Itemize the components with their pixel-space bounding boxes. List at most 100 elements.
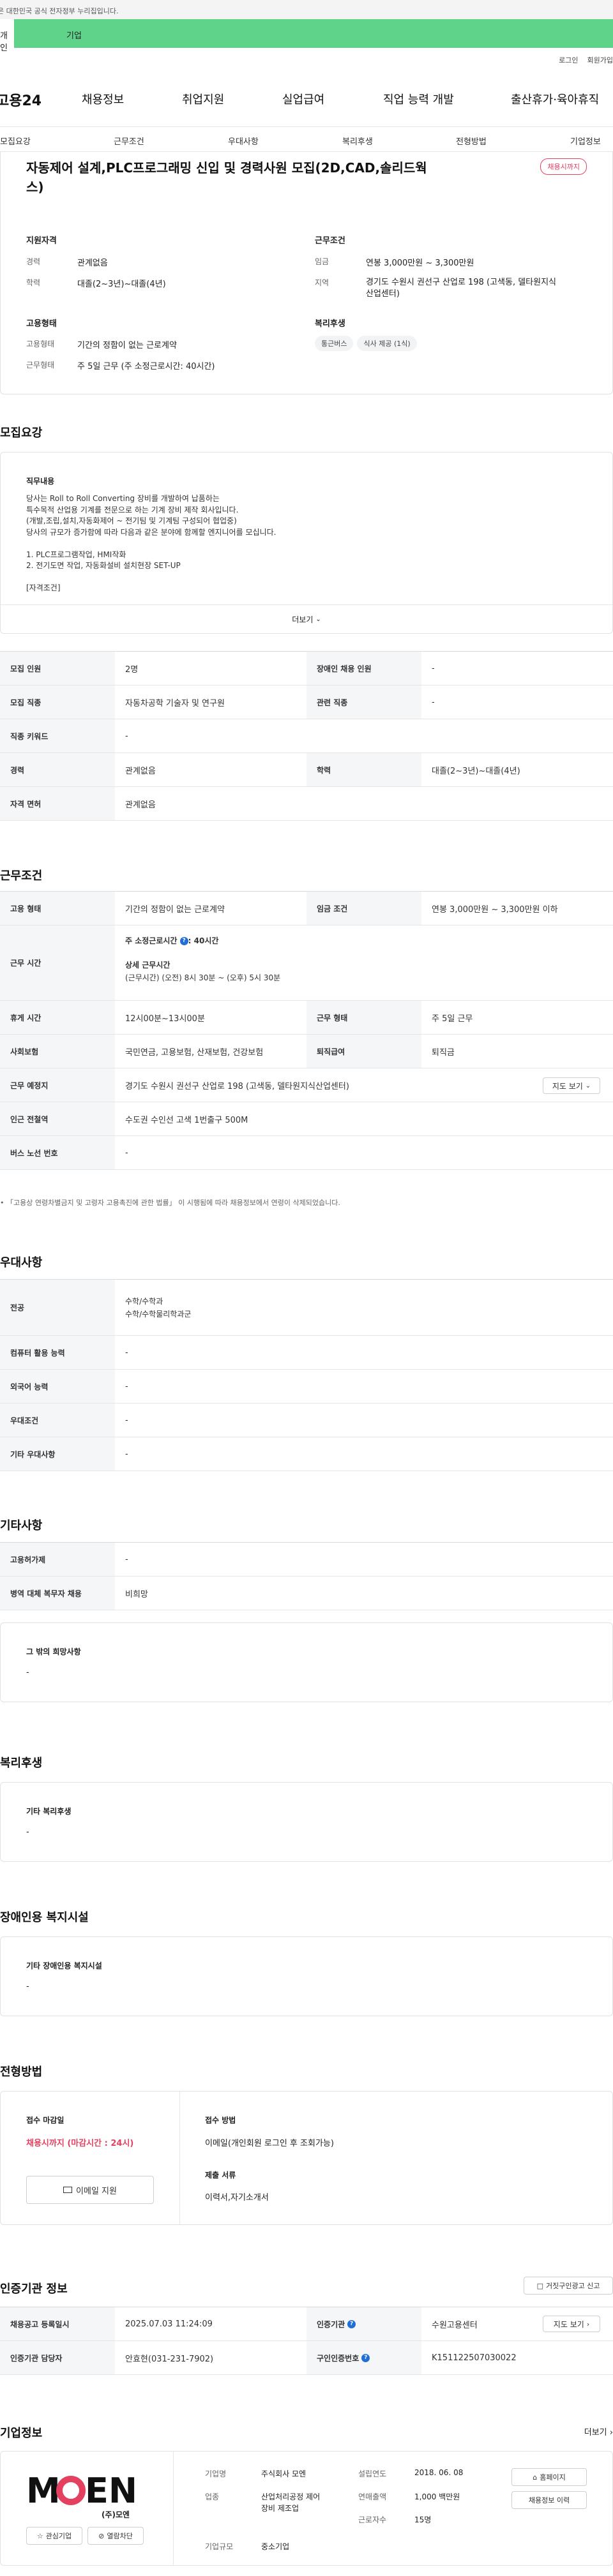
emp-type-label: 고용형태 — [26, 340, 55, 348]
table-row: 컴퓨터 활용 능력 - — [0, 1336, 613, 1370]
util-links: 로그인 회원가입 — [550, 55, 613, 65]
qual-edu-value: 대졸(2~3년)~대졸(4년) — [77, 280, 166, 289]
table-row: 고용 형태 기간의 정함이 없는 근로계약 임금 조건 연봉 3,000만원 ~ 3… — [0, 892, 613, 925]
info-icon[interactable]: ? — [179, 937, 188, 945]
info-icon[interactable]: ? — [347, 2319, 356, 2328]
table-row: 고용허가제 - — [0, 1543, 613, 1576]
jobs-history-button[interactable]: 채용정보 이력 — [511, 2491, 587, 2509]
snb-company[interactable]: 기업정보 — [570, 135, 601, 147]
company-more-link[interactable]: 더보기 › — [584, 2425, 613, 2437]
email-apply-button[interactable]: 이메일 지원 — [26, 2176, 154, 2204]
top-tabs: 개인 기업 — [0, 19, 613, 53]
snb-selection[interactable]: 전형방법 — [456, 135, 487, 147]
cert-heading: 인증기관 정보 — [0, 2282, 68, 2296]
nav-jobs[interactable]: 채용정보 — [82, 91, 124, 107]
recruit-table: 모집 인원 2명 장애인 채용 인원 - 모집 직종 자동차공학 기술자 및 연구원 … — [0, 651, 613, 821]
logo-letters: EN — [85, 2472, 137, 2510]
selection-card: 접수 마감일 채용시까지 (마감시간 : 24시) 이메일 지원 접수 방법 이… — [0, 2091, 613, 2225]
table-row: 우대조건 - — [0, 1404, 613, 1437]
deadline-value: 채용시까지 (마감시간 : 24시) — [26, 2139, 134, 2148]
status-badge: 채용시까지 — [540, 158, 587, 175]
work-heading: 근무조건 — [0, 869, 43, 883]
nav-employment-support[interactable]: 취업지원 — [182, 91, 224, 107]
table-row: 직종 키워드 - — [0, 719, 613, 753]
cond-wage-label: 임금 — [315, 257, 329, 266]
site-logo[interactable]: 고용24 — [0, 89, 42, 110]
map-button[interactable]: 지도 보기 ⌄ — [543, 1077, 600, 1094]
star-icon: ☆ — [36, 2531, 43, 2540]
block-icon: ⊘ — [98, 2531, 105, 2540]
nav-leave[interactable]: 출산휴가·육아휴직 — [511, 91, 599, 107]
benefit-card: 기타 복리후생 - — [0, 1782, 613, 1862]
section-nav: 모집요강 근무조건 우대사항 복리후생 전형방법 기업정보 — [0, 126, 613, 152]
cert-table: 채용공고 등록일시 2025.07.03 11:24:09 인증기관? 수원고용센… — [0, 2307, 613, 2375]
join-link[interactable]: 회원가입 — [587, 56, 613, 64]
snb-work[interactable]: 근무조건 — [114, 135, 144, 147]
snb-pref[interactable]: 우대사항 — [228, 135, 259, 147]
interest-button[interactable]: ☆ 관심기업 — [26, 2527, 82, 2545]
disabled-card: 기타 장애인용 복지시설 - — [0, 1936, 613, 2016]
qual-career-value: 관계없음 — [77, 258, 108, 268]
recruit-heading: 모집요강 — [0, 426, 43, 440]
etc-table: 고용허가제 - 병역 대체 복무자 채용 비희망 — [0, 1542, 613, 1610]
company-heading: 기업정보 — [0, 2427, 43, 2440]
duty-label: 직무내용 — [26, 477, 55, 486]
disabled-heading: 장애인용 복지시설 — [0, 1911, 89, 1924]
table-row: 전공 수학/수학과 수학/수학물리학과군 — [0, 1280, 613, 1336]
table-row: 인증기관 담당자 안효현(031-231-7902) 구인인증번호? K15112… — [0, 2341, 613, 2375]
snb-recruit[interactable]: 모집요강 — [0, 135, 31, 147]
tab-company[interactable]: 기업 — [66, 29, 82, 41]
table-row: 자격 면허 관계없음 — [0, 787, 613, 821]
chevron-down-icon: ⌄ — [585, 1082, 591, 1090]
job-summary-card: 자동제어 설계,PLC프로그래밍 신입 및 경력사원 모집(2D,CAD,솔리드… — [0, 152, 613, 394]
emp-heading: 고용형태 — [26, 319, 57, 329]
table-row: 근무 예정지 경기도 수원시 권선구 산업로 198 (고색동, 델타원지식산업센… — [0, 1068, 613, 1102]
job-title: 자동제어 설계,PLC프로그래밍 신입 및 경력사원 모집(2D,CAD,솔리드… — [26, 160, 427, 195]
qual-heading: 지원자격 — [26, 236, 57, 246]
cond-heading: 근무조건 — [315, 236, 345, 246]
emp-shift-value: 주 5일 근무 (주 소정근로시간: 40시간) — [77, 362, 215, 371]
logo-letters: M — [26, 2472, 61, 2510]
report-button[interactable]: □ 거짓구인광고 신고 — [524, 2277, 613, 2295]
table-row: 채용공고 등록일시 2025.07.03 11:24:09 인증기관? 수원고용센… — [0, 2307, 613, 2341]
table-row: 모집 인원 2명 장애인 채용 인원 - — [0, 652, 613, 685]
chevron-right-icon: › — [609, 2428, 613, 2437]
welfare-pill: 식사 제공 (1식) — [357, 336, 417, 351]
map-button[interactable]: 지도 보기 › — [543, 2316, 600, 2332]
welfare-pills: 통근버스 식사 제공 (1식) — [315, 336, 421, 351]
age-notice: • 「고용상 연령차별금지 및 고령자 고용촉진에 관한 법률」 이 시행됨에 … — [0, 1199, 340, 1207]
welfare-pill: 통근버스 — [315, 336, 354, 351]
table-row: 휴게 시간 12시00분~13시00분 근무 형태 주 5일 근무 — [0, 1001, 613, 1035]
nav-training[interactable]: 직업 능력 개발 — [383, 91, 454, 107]
snb-benefit[interactable]: 복리후생 — [342, 135, 373, 147]
report-icon: □ — [536, 2281, 543, 2290]
company-card: M EN (주)모엔 ☆ 관심기업 ⊘ 열람차단 기업명 주식회사 모엔 업종 산업… — [0, 2451, 613, 2566]
duty-card: 직무내용 당사는 Roll to Roll Converting 장비를 개발하… — [0, 452, 613, 634]
qual-career-label: 경력 — [26, 257, 41, 266]
more-button[interactable]: 더보기 ⌄ — [1, 604, 612, 634]
company-logo-mark: M EN — [26, 2471, 137, 2511]
gov-banner: 이 누리집은 대한민국 공식 전자정부 누리집입니다. — [0, 0, 613, 19]
cond-region-value: 경기도 수원시 권선구 산업로 198 (고색동, 델타원지식 산업센터) — [366, 278, 557, 299]
info-icon[interactable]: ? — [361, 2353, 370, 2362]
table-row: 버스 노선 번호 - — [0, 1136, 613, 1170]
emp-type-value: 기간의 정함이 없는 근로계약 — [77, 341, 177, 350]
benefit-heading: 복리후생 — [0, 1756, 43, 1770]
table-row: 외국어 능력 - — [0, 1370, 613, 1404]
tab-individual[interactable]: 개인 — [0, 19, 14, 53]
login-link[interactable]: 로그인 — [559, 56, 578, 64]
nav-unemployment[interactable]: 실업급여 — [282, 91, 324, 107]
chevron-down-icon: ⌄ — [315, 616, 321, 623]
home-icon: ⌂ — [533, 2473, 538, 2482]
divider — [179, 2092, 180, 2224]
table-row: 기타 우대사항 - — [0, 1437, 613, 1471]
mail-icon — [63, 2187, 73, 2193]
pref-heading: 우대사항 — [0, 1256, 43, 1269]
etc-heading: 기타사항 — [0, 1519, 43, 1532]
other-wish-card: 그 밖의 희망사항 - — [0, 1622, 613, 1702]
block-button[interactable]: ⊘ 열람차단 — [87, 2527, 144, 2545]
table-row: 모집 직종 자동차공학 기술자 및 연구원 관련 직종 - — [0, 685, 613, 719]
logo-o-mark — [56, 2476, 86, 2505]
emp-shift-label: 근무형태 — [26, 361, 55, 370]
homepage-button[interactable]: ⌂ 홈페이지 — [511, 2468, 587, 2486]
